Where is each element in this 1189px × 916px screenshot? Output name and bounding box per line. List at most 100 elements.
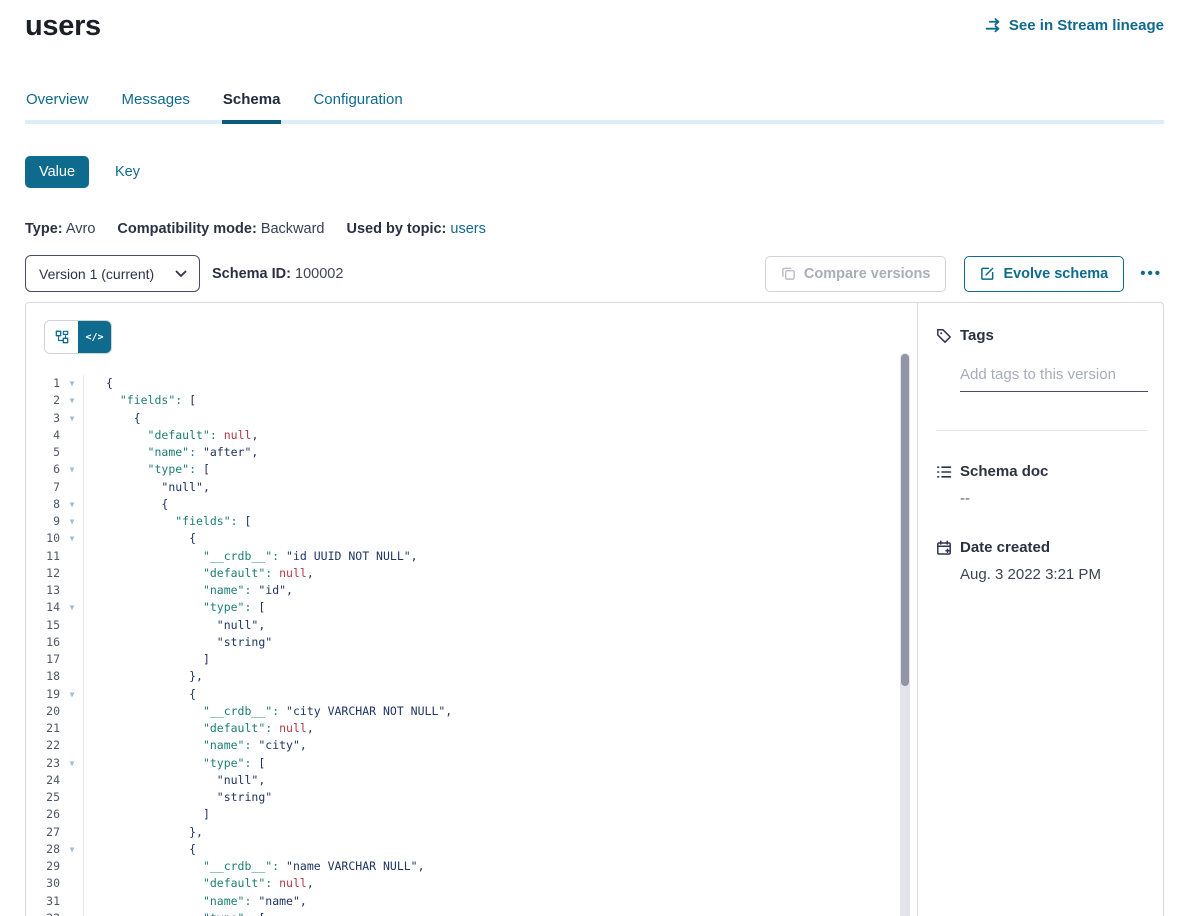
- fold-arrow-icon[interactable]: ▼: [64, 375, 80, 392]
- code-line: 7 "null",: [26, 479, 917, 496]
- line-number: 20: [26, 703, 64, 720]
- line-number: 14: [26, 599, 64, 616]
- schema-doc-body: --: [960, 490, 1147, 507]
- fold-gutter: [64, 737, 80, 754]
- stream-lineage-link[interactable]: See in Stream lineage: [985, 17, 1164, 34]
- tags-section: Tags: [936, 327, 1147, 392]
- tab-overview[interactable]: Overview: [25, 85, 90, 124]
- code-text: "type": [: [84, 755, 265, 772]
- fold-gutter: [64, 444, 80, 461]
- line-number: 31: [26, 893, 64, 910]
- type-value: Avro: [66, 221, 96, 237]
- code-text: "null",: [84, 617, 265, 634]
- code-line: 20 "__crdb__": "city VARCHAR NOT NULL",: [26, 703, 917, 720]
- tab-messages[interactable]: Messages: [121, 85, 191, 124]
- code-text: {: [84, 410, 141, 427]
- tree-view-button[interactable]: [45, 321, 78, 353]
- tab-schema[interactable]: Schema: [222, 85, 282, 124]
- code-text: "type": [: [84, 461, 210, 478]
- version-select-value: Version 1 (current): [39, 266, 154, 282]
- line-number: 21: [26, 720, 64, 737]
- code-line: 21 "default": null,: [26, 720, 917, 737]
- fold-arrow-icon[interactable]: ▼: [64, 513, 80, 530]
- topic-link[interactable]: users: [450, 221, 485, 237]
- list-icon: [936, 464, 952, 480]
- line-number: 2: [26, 392, 64, 409]
- tree-icon: [55, 330, 69, 344]
- editor-scrollbar-thumb[interactable]: [901, 354, 909, 686]
- code-line: 23▼ "type": [: [26, 755, 917, 772]
- line-number: 10: [26, 530, 64, 547]
- fold-gutter: [64, 824, 80, 841]
- schema-card: </> 1▼{2▼ "fields": [3▼ {4 "default": nu…: [25, 302, 1164, 916]
- code-line: 19▼ {: [26, 686, 917, 703]
- line-number: 7: [26, 479, 64, 496]
- line-number: 22: [26, 737, 64, 754]
- fold-arrow-icon[interactable]: ▼: [64, 841, 80, 858]
- code-text: {: [84, 496, 168, 513]
- tab-bar: Overview Messages Schema Configuration: [25, 85, 1164, 124]
- fold-arrow-icon[interactable]: ▼: [64, 410, 80, 427]
- code-line: 16 "string": [26, 634, 917, 651]
- schema-id-field: Schema ID: 100002: [212, 266, 343, 282]
- more-actions-button[interactable]: •••: [1138, 261, 1164, 286]
- fold-gutter: [64, 806, 80, 823]
- fold-arrow-icon[interactable]: ▼: [64, 496, 80, 513]
- code-text: "string": [84, 789, 272, 806]
- schema-editor: </> 1▼{2▼ "fields": [3▼ {4 "default": nu…: [26, 303, 917, 916]
- code-view-button[interactable]: </>: [78, 321, 111, 353]
- value-toggle-button[interactable]: Value: [25, 156, 89, 188]
- schema-sidebar: Tags Schema doc: [917, 303, 1163, 916]
- code-line: 14▼ "type": [: [26, 599, 917, 616]
- evolve-schema-button[interactable]: Evolve schema: [964, 256, 1124, 292]
- line-number: 26: [26, 806, 64, 823]
- key-toggle-link[interactable]: Key: [115, 164, 140, 180]
- date-created-title: Date created: [960, 539, 1050, 556]
- code-line: 31 "name": "name",: [26, 893, 917, 910]
- code-text: "type": [: [84, 910, 265, 916]
- line-number: 13: [26, 582, 64, 599]
- serde-toggle: Value Key: [25, 156, 1164, 188]
- fold-gutter: [64, 668, 80, 685]
- code-text: "__crdb__": "id UUID NOT NULL",: [84, 548, 418, 565]
- fold-arrow-icon[interactable]: ▼: [64, 686, 80, 703]
- fold-arrow-icon[interactable]: ▼: [64, 599, 80, 616]
- compare-versions-button[interactable]: Compare versions: [765, 256, 947, 292]
- tags-body: [960, 362, 1147, 392]
- date-created-section: Date created Aug. 3 2022 3:21 PM: [936, 539, 1147, 583]
- code-text: "null",: [84, 772, 265, 789]
- fold-arrow-icon[interactable]: ▼: [64, 530, 80, 547]
- schema-doc-header: Schema doc: [936, 463, 1147, 480]
- edit-icon: [980, 266, 995, 281]
- add-tags-input[interactable]: [960, 362, 1148, 392]
- line-number: 24: [26, 772, 64, 789]
- topbar: users See in Stream lineage: [0, 0, 1189, 43]
- date-created-value: Aug. 3 2022 3:21 PM: [960, 566, 1147, 583]
- line-number: 12: [26, 565, 64, 582]
- code-text: "string": [84, 634, 272, 651]
- code-text: "name": "after",: [84, 444, 258, 461]
- calendar-icon: [936, 540, 952, 556]
- fold-gutter: [64, 875, 80, 892]
- compare-versions-label: Compare versions: [804, 266, 931, 282]
- tab-configuration[interactable]: Configuration: [312, 85, 403, 124]
- line-number: 16: [26, 634, 64, 651]
- editor-scrollbar-track[interactable]: [900, 353, 910, 916]
- code-line: 2▼ "fields": [: [26, 392, 917, 409]
- schema-page: users See in Stream lineage Overview Mes…: [0, 0, 1189, 916]
- code-line: 9▼ "fields": [: [26, 513, 917, 530]
- tags-title: Tags: [960, 327, 994, 344]
- code-line: 22 "name": "city",: [26, 737, 917, 754]
- code-line: 29 "__crdb__": "name VARCHAR NULL",: [26, 858, 917, 875]
- line-number: 4: [26, 427, 64, 444]
- code-line: 17 ]: [26, 651, 917, 668]
- sidebar-divider: [936, 430, 1147, 431]
- fold-arrow-icon[interactable]: ▼: [64, 910, 80, 916]
- code-line: 3▼ {: [26, 410, 917, 427]
- fold-arrow-icon[interactable]: ▼: [64, 392, 80, 409]
- line-number: 11: [26, 548, 64, 565]
- fold-arrow-icon[interactable]: ▼: [64, 755, 80, 772]
- line-number: 28: [26, 841, 64, 858]
- fold-arrow-icon[interactable]: ▼: [64, 461, 80, 478]
- version-select[interactable]: Version 1 (current): [25, 255, 200, 292]
